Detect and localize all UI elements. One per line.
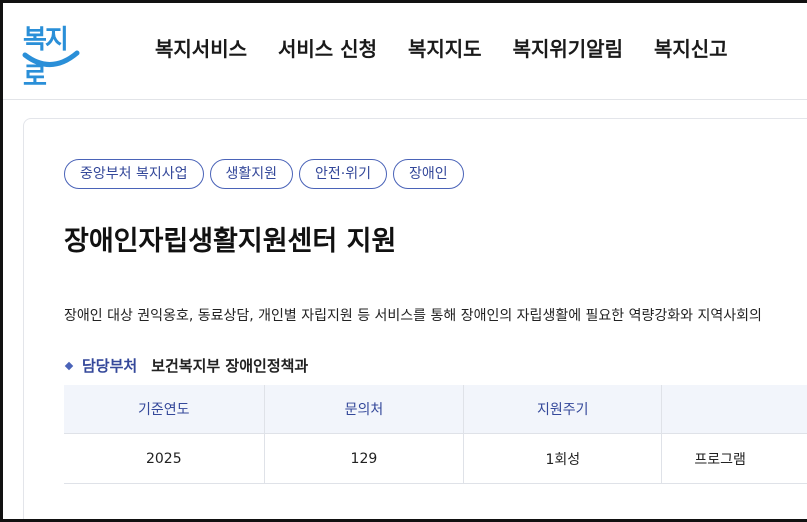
nav-service-apply[interactable]: 서비스 신청 xyxy=(278,33,377,62)
service-detail-card: 중앙부처 복지사업 생활지원 안전·위기 장애인 장애인자립생활지원센터 지원 … xyxy=(23,118,807,519)
table-cell-cycle: 1회성 xyxy=(463,433,663,484)
service-title: 장애인자립생활지원센터 지원 xyxy=(64,226,397,257)
nav-crisis-alert[interactable]: 복지위기알림 xyxy=(513,33,623,62)
category-tags: 중앙부처 복지사업 생활지원 안전·위기 장애인 xyxy=(64,159,470,189)
department-row: 담당부처 보건복지부 장애인정책과 xyxy=(64,355,308,376)
site-header: 복지로 복지서비스 서비스 신청 복지지도 복지위기알림 복지신고 xyxy=(3,3,807,100)
department-label: 담당부처 xyxy=(82,357,138,375)
nav-welfare-services[interactable]: 복지서비스 xyxy=(155,33,247,62)
table-cell-year: 2025 xyxy=(64,433,265,484)
tag-living-support[interactable]: 생활지원 xyxy=(209,159,294,189)
bullet-diamond-icon xyxy=(64,361,74,370)
department-value: 보건복지부 장애인정책과 xyxy=(151,357,309,375)
nav-welfare-map[interactable]: 복지지도 xyxy=(408,33,482,62)
service-description: 장애인 대상 권익옹호, 동료상담, 개인별 자립지원 등 서비스를 통해 장애… xyxy=(64,308,762,324)
logo-smile-icon xyxy=(22,50,80,67)
table-header-row: 기준연도 문의처 지원주기 xyxy=(64,385,807,434)
table-header-cell: 기준연도 xyxy=(64,385,265,434)
table-header-cell: 지원주기 xyxy=(463,385,663,434)
main-nav: 복지서비스 서비스 신청 복지지도 복지위기알림 복지신고 xyxy=(155,33,759,62)
tag-disabled[interactable]: 장애인 xyxy=(393,159,464,189)
service-info-table: 기준연도 문의처 지원주기 2025 129 1회성 프로그램 xyxy=(64,385,807,484)
window-frame: 복지로 복지서비스 서비스 신청 복지지도 복지위기알림 복지신고 중앙부처 복… xyxy=(0,0,807,522)
table-header-cell: 문의처 xyxy=(264,385,465,434)
table-row: 2025 129 1회성 프로그램 xyxy=(64,433,807,484)
table-header-cell xyxy=(661,385,807,434)
table-cell-contact: 129 xyxy=(264,433,465,484)
tag-safety-crisis[interactable]: 안전·위기 xyxy=(299,159,388,189)
table-cell-type: 프로그램 xyxy=(661,433,807,484)
site-logo[interactable]: 복지로 xyxy=(19,19,83,92)
nav-welfare-report[interactable]: 복지신고 xyxy=(654,33,728,62)
tag-central-ministry[interactable]: 중앙부처 복지사업 xyxy=(64,159,204,189)
